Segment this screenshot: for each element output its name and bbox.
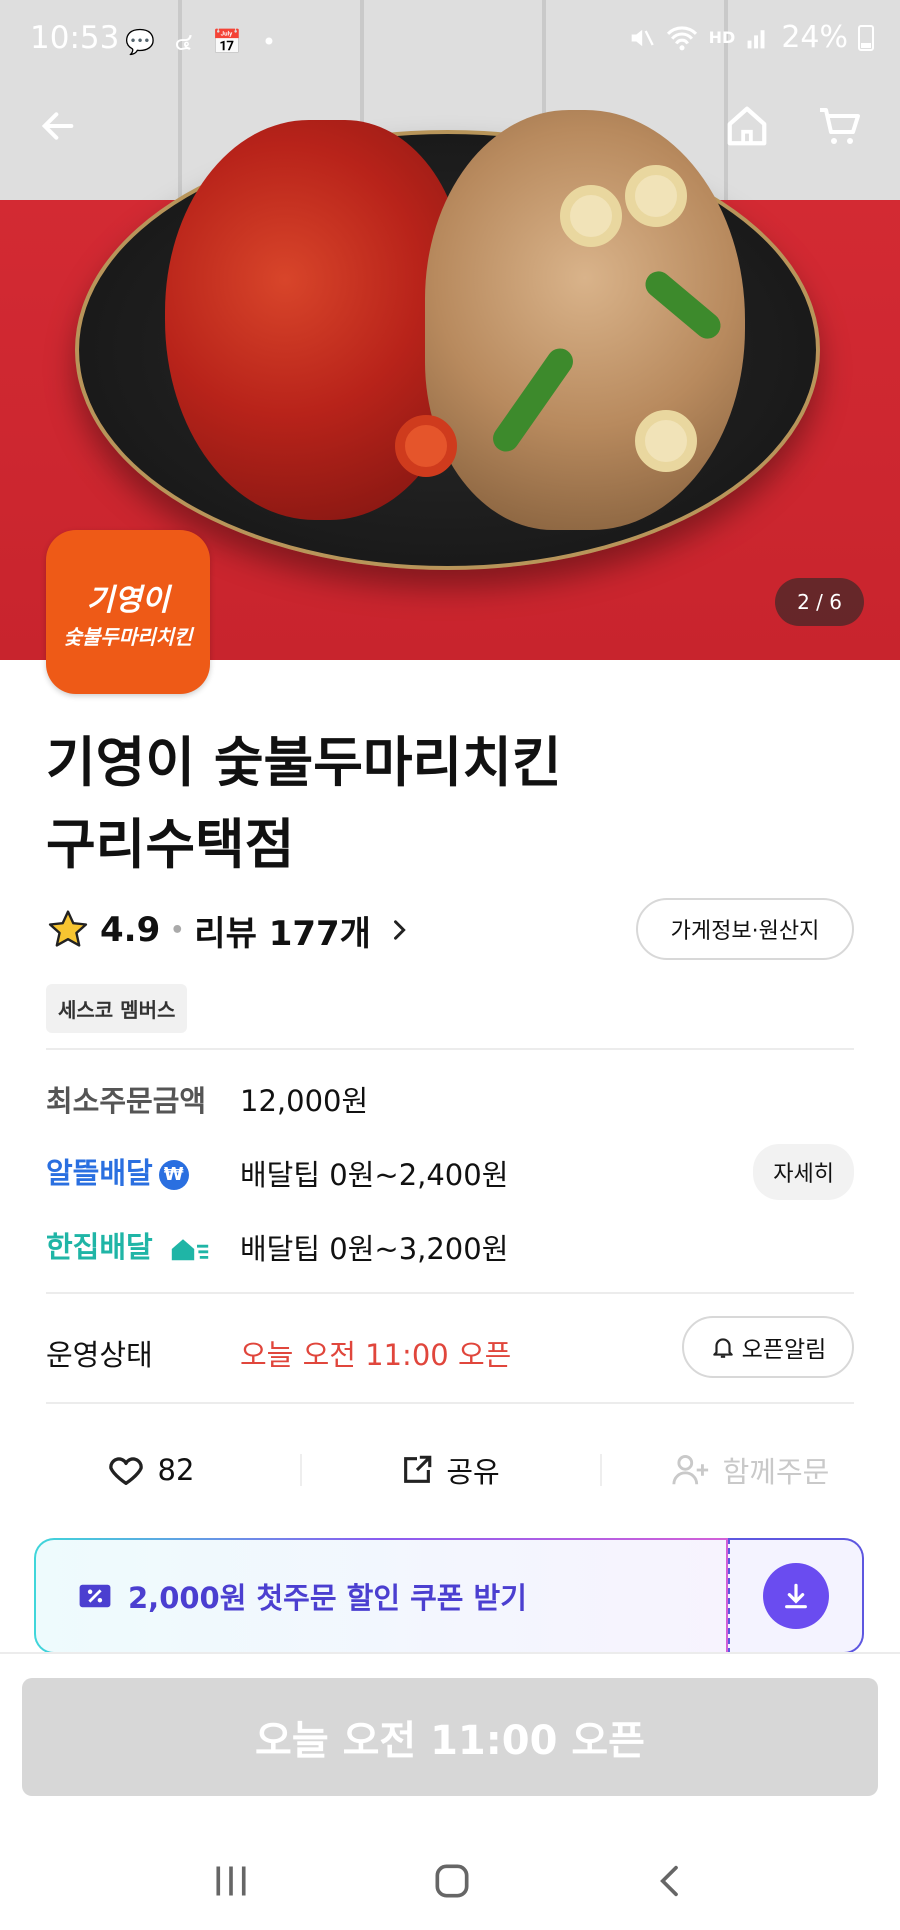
download-icon (785, 1583, 807, 1609)
al-delivery-text: 알뜰배달 (46, 1156, 153, 1190)
rice-cake (560, 185, 622, 247)
recent-apps-icon[interactable] (209, 1861, 253, 1901)
home-nav-icon[interactable] (430, 1859, 474, 1903)
status-right: HD 24% (627, 20, 874, 55)
rice-cake (625, 165, 687, 227)
rice-cake (635, 410, 697, 472)
store-title-line-2: 구리수택점 (46, 813, 295, 876)
back-nav-icon[interactable] (651, 1859, 691, 1903)
rice-cake (395, 415, 457, 477)
system-navigation-bar (0, 1832, 900, 1930)
like-count: 82 (157, 1453, 195, 1487)
logo-line-1: 기영이 (86, 582, 170, 618)
wifi-icon (666, 25, 697, 50)
home-button[interactable] (719, 98, 775, 154)
group-order-label: 함께주문 (722, 1455, 830, 1489)
cart-icon (820, 108, 860, 144)
image-counter: 2 / 6 (775, 578, 864, 626)
al-delivery-label: 알뜰배달 ₩ (46, 1150, 189, 1192)
star-icon (48, 910, 88, 947)
coupon-download-button[interactable] (728, 1538, 864, 1654)
min-order-value: 12,000원 (240, 1084, 369, 1118)
fast-house-icon (171, 1239, 209, 1261)
min-order-label: 최소주문금액 (46, 1084, 207, 1118)
coupon-icon (79, 1584, 111, 1608)
coupon-text: 2,000원 첫주문 할인 쿠폰 받기 (128, 1581, 527, 1615)
notification-icons: 💬 ๔ 📅 • (125, 28, 282, 56)
signal-icon (747, 29, 765, 48)
store-title-line-1: 기영이 숯불두마리치킨 (46, 731, 562, 794)
logo-line-2: 숯불두마리치킨 (63, 624, 193, 649)
like-button[interactable]: 82 (0, 1440, 300, 1500)
battery-percent: 24% (781, 20, 848, 55)
rating-value: 4.9 (100, 910, 161, 950)
review-count: 리뷰 177개 (194, 913, 371, 954)
store-logo: 기영이 숯불두마리치킨 (46, 530, 210, 694)
add-person-icon (672, 1455, 708, 1485)
first-order-coupon[interactable]: 2,000원 첫주문 할인 쿠폰 받기 (34, 1538, 864, 1654)
operation-status-label: 운영상태 (46, 1338, 153, 1372)
group-order-button[interactable]: 함께주문 (600, 1440, 900, 1500)
delivery-detail-button[interactable]: 자세히 (753, 1144, 854, 1200)
divider (46, 1048, 854, 1050)
chevron-right-icon (393, 920, 406, 940)
home-icon (727, 106, 767, 146)
download-circle (763, 1563, 829, 1629)
store-info-button[interactable]: 가게정보·원산지 (636, 898, 854, 960)
han-delivery-label: 한집배달 (46, 1224, 211, 1266)
store-title: 기영이 숯불두마리치킨 구리수택점 (46, 722, 562, 886)
cesco-members-badge: 세스코 멤버스 (46, 984, 188, 1033)
open-time-button[interactable]: 오늘 오전 11:00 오픈 (22, 1678, 878, 1796)
divider (46, 1292, 854, 1294)
bell-icon (712, 1338, 733, 1358)
share-label: 공유 (446, 1455, 500, 1489)
won-coin-icon: ₩ (158, 1160, 189, 1190)
operation-status-value: 오늘 오전 11:00 오픈 (240, 1338, 512, 1372)
battery-icon (858, 24, 874, 51)
share-icon (404, 1455, 432, 1483)
back-button[interactable] (30, 98, 86, 154)
han-delivery-fee: 배달팁 0원~3,200원 (240, 1232, 509, 1266)
open-alert-button[interactable]: 오픈알림 (682, 1316, 854, 1378)
status-bar: 10:53 💬 ๔ 📅 • HD 24% (0, 0, 900, 80)
coupon-body[interactable]: 2,000원 첫주문 할인 쿠폰 받기 (34, 1538, 728, 1654)
han-delivery-text: 한집배달 (46, 1230, 153, 1264)
open-alert-label: 오픈알림 (741, 1337, 827, 1363)
bottom-order-bar: 오늘 오전 11:00 오픈 (0, 1652, 900, 1832)
arrow-left-icon (41, 112, 74, 140)
cart-button[interactable] (812, 98, 868, 154)
al-delivery-fee: 배달팁 0원~2,400원 (240, 1158, 509, 1192)
divider (46, 1402, 854, 1404)
hd-voice-label: HD (708, 28, 736, 47)
status-time: 10:53 (30, 20, 120, 56)
action-bar: 82 공유 함께주문 (0, 1440, 900, 1500)
share-button[interactable]: 공유 (300, 1440, 600, 1500)
heart-icon (108, 1457, 143, 1485)
separator-dot: • (170, 917, 185, 943)
mute-icon (631, 29, 654, 46)
rating-reviews-link[interactable]: 4.9 • 리뷰 177개 (46, 902, 413, 958)
